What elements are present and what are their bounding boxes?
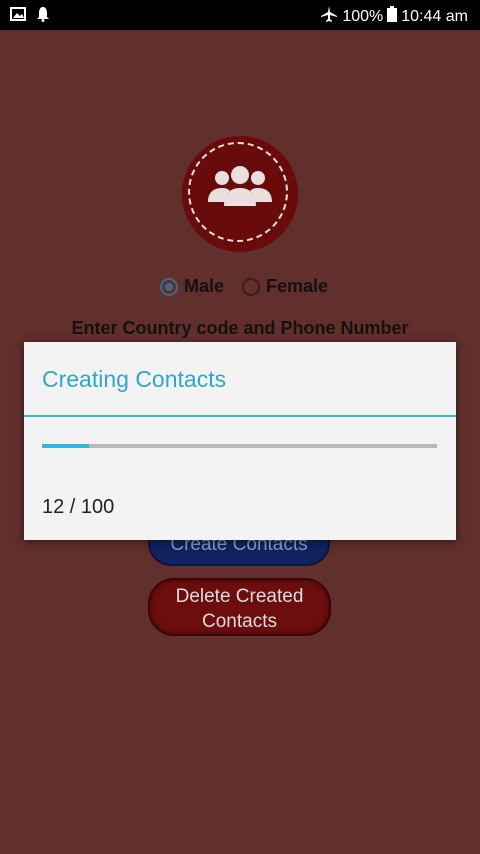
progress-dialog: Creating Contacts 12 / 100	[24, 342, 456, 540]
delete-button-label-line1: Delete Created	[175, 586, 304, 607]
progress-count: 12 / 100	[42, 496, 115, 518]
male-label[interactable]: Male	[184, 276, 224, 297]
image-notification-icon	[10, 7, 26, 26]
delete-button-label-line2: Contacts	[202, 611, 277, 632]
battery-icon	[387, 6, 398, 27]
status-bar: 100% 10:44 am	[0, 0, 480, 30]
gender-radio-group: Male Female	[160, 276, 340, 297]
clock: 10:44 am	[401, 7, 468, 25]
phone-prompt-label: Enter Country code and Phone Number	[71, 318, 409, 338]
dialog-title: Creating Contacts	[42, 366, 227, 392]
male-radio[interactable]	[160, 277, 178, 296]
female-radio[interactable]	[242, 277, 261, 296]
battery-percent: 100%	[342, 7, 384, 25]
dialog-title-divider	[24, 415, 456, 417]
contacts-avatar[interactable]	[182, 136, 298, 252]
progress-bar	[42, 444, 437, 448]
female-label[interactable]: Female	[266, 276, 328, 297]
bell-notification-icon	[36, 6, 50, 27]
progress-bar-fill	[42, 444, 90, 448]
delete-created-contacts-button[interactable]: Delete Created Contacts	[148, 578, 331, 636]
group-icon	[208, 166, 272, 206]
airplane-mode-icon	[320, 6, 338, 27]
